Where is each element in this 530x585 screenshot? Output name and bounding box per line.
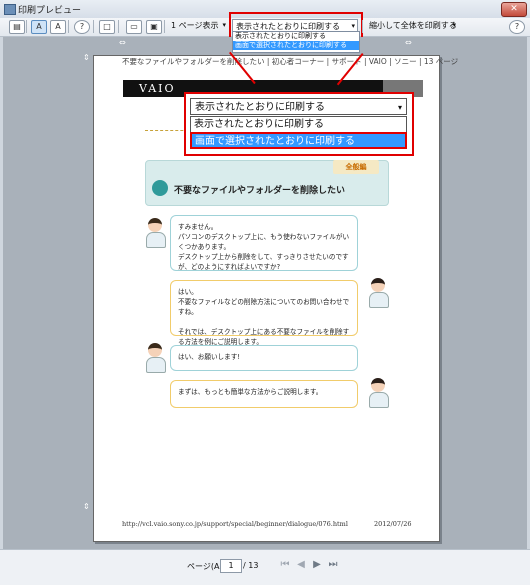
full-width-icon[interactable]: ▣ (146, 20, 162, 34)
chevron-down-icon: ▾ (397, 103, 402, 112)
first-page-icon[interactable]: ⏮ (279, 559, 291, 571)
print-date: 2012/07/26 (374, 520, 412, 528)
margin-handle-icon[interactable]: ⇔ (405, 38, 412, 47)
zoom-select[interactable]: 1 ページ表示 ▾ (168, 19, 228, 32)
chat-bubble-staff: はい。 不要なファイルなどの削除方法についてのお問い合わせですね。 それでは、デ… (170, 280, 358, 346)
page-label: ページ(A) (187, 562, 223, 571)
section-icon (152, 180, 168, 196)
page-number-input[interactable]: 1 (220, 559, 242, 573)
font-large-button[interactable]: A (50, 20, 66, 34)
last-page-icon[interactable]: ⏭ (327, 559, 339, 571)
callout-select: 表示されたとおりに印刷する ▾ (190, 98, 407, 115)
page-url: http://vcl.vaio.sony.co.jp/support/speci… (122, 520, 348, 528)
divider (118, 20, 119, 33)
chevron-down-icon: ▾ (452, 21, 456, 29)
category-badge: 全般編 (333, 160, 379, 174)
staff-avatar (367, 378, 389, 408)
divider (164, 20, 165, 33)
chat-bubble-staff: まずは、もっとも簡単な方法からご説明します。 (170, 380, 358, 408)
help-icon[interactable]: ? (74, 20, 90, 34)
chat-bubble-customer: はい、お願いします! (170, 345, 358, 371)
help-icon[interactable]: ? (509, 20, 525, 34)
margin-handle-icon[interactable]: ⇔ (119, 38, 126, 47)
margin-handle-icon[interactable]: ⇕ (83, 53, 90, 62)
callout-select-value: 表示されたとおりに印刷する (195, 102, 325, 113)
zoom-value: 1 ページ表示 (171, 21, 219, 30)
feature-title: 不要なファイルやフォルダーを削除したい (174, 186, 346, 196)
callout-option-selected: 画面で選択されたとおりに印刷する (190, 132, 407, 149)
staff-avatar (367, 278, 389, 308)
header-footer-icon[interactable]: ▭ (126, 20, 142, 34)
customer-avatar (144, 218, 166, 248)
page-setup-icon[interactable]: □ (99, 20, 115, 34)
callout-option: 表示されたとおりに印刷する (190, 116, 407, 132)
chat-bubble-customer: すみません。 パソコンのデスクトップ上に、もう使わないファイルがいくつかあります… (170, 215, 358, 271)
close-button[interactable]: ✕ (501, 2, 527, 17)
previous-page-icon[interactable]: ◀ (295, 559, 307, 571)
dropdown-option[interactable]: 表示されたとおりに印刷する (233, 32, 359, 41)
status-bar (0, 549, 530, 585)
divider (26, 20, 27, 33)
shrink-value: 縮小して全体を印刷する (369, 21, 457, 30)
print-mode-value: 表示されたとおりに印刷する (236, 22, 340, 31)
dropdown-option-selected[interactable]: 画面で選択されたとおりに印刷する (233, 41, 359, 50)
font-small-button[interactable]: A (31, 20, 47, 34)
divider (362, 20, 363, 33)
app-icon (4, 4, 16, 15)
next-page-icon[interactable]: ▶ (311, 559, 323, 571)
page-header: 不要なファイルやフォルダーを削除したい | 初心者コーナー | サポート | V… (122, 57, 459, 66)
divider (68, 20, 69, 33)
shrink-select[interactable]: 縮小して全体を印刷する ▾ (366, 19, 458, 32)
customer-avatar (144, 343, 166, 373)
vaio-logo: VAIO (139, 82, 176, 95)
page-total: / 13 (243, 561, 259, 570)
divider (93, 20, 94, 33)
chevron-down-icon: ▾ (222, 21, 226, 29)
window-title: 印刷プレビュー (18, 6, 82, 16)
print-icon[interactable]: ▤ (9, 20, 25, 34)
margin-handle-icon[interactable]: ⇕ (83, 502, 90, 511)
print-mode-dropdown-list: 表示されたとおりに印刷する 画面で選択されたとおりに印刷する (232, 31, 360, 53)
zoom-callout: 表示されたとおりに印刷する ▾ 表示されたとおりに印刷する 画面で選択されたとお… (184, 92, 414, 156)
